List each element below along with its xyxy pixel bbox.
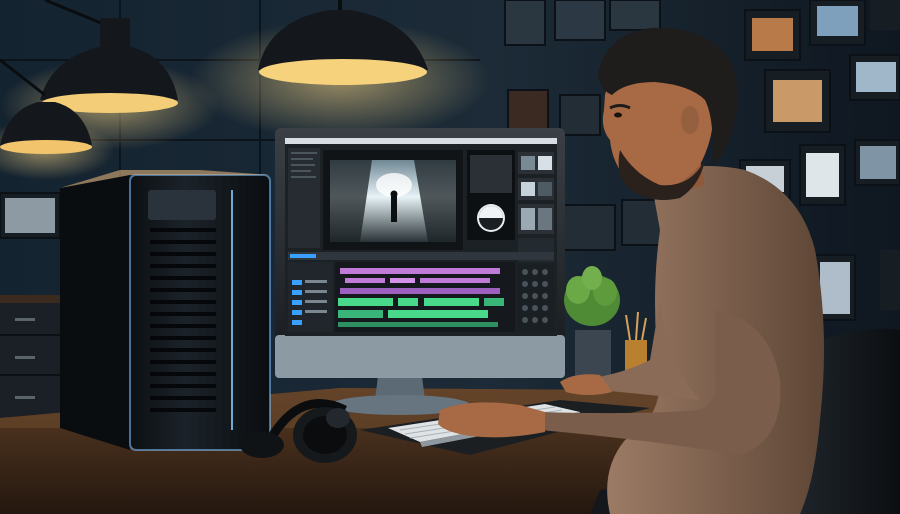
photo-frame-icon [554, 0, 606, 41]
video-editing-studio-scene [0, 0, 900, 514]
photo-frame-icon [504, 0, 546, 46]
thumbnail-grid [518, 152, 554, 262]
photo-frame-icon [880, 250, 900, 310]
timeline-clips [335, 262, 515, 332]
media-bin-panel [288, 148, 320, 248]
photo-frame-icon [609, 0, 661, 31]
silhouette-figure [391, 196, 397, 222]
photo-frame-icon [559, 204, 616, 251]
monitor-icon [275, 128, 565, 415]
photo-frame-icon [559, 94, 601, 136]
right-hand [438, 402, 545, 438]
computer-tower-icon [60, 170, 271, 451]
photo-frame-icon [870, 0, 900, 30]
control-buttons [518, 264, 554, 332]
side-cabinet [0, 295, 70, 420]
left-wall-photo [0, 192, 61, 239]
